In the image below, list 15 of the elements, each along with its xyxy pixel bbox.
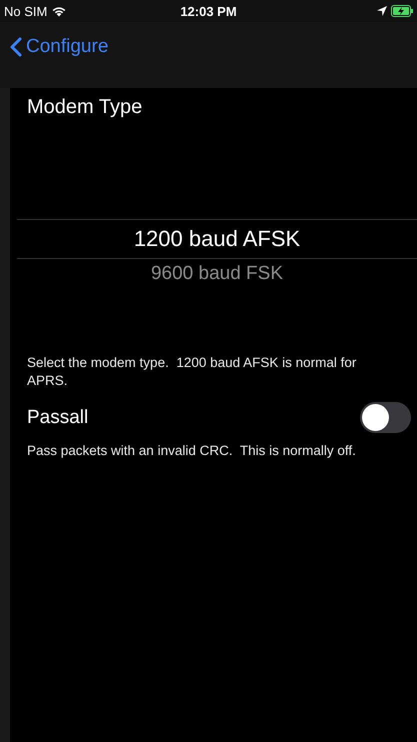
battery-charging-icon: [391, 5, 413, 17]
modem-picker[interactable]: 1200 baud AFSK 9600 baud FSK: [17, 219, 417, 289]
carrier-label: No SIM: [4, 4, 48, 18]
back-button[interactable]: Configure: [8, 32, 110, 62]
passall-footer-text: Pass packets with an invalid CRC. This is normally off.: [27, 443, 357, 458]
wifi-icon: [51, 5, 68, 17]
section-title: Modem Type: [27, 96, 144, 119]
passall-toggle[interactable]: [360, 402, 411, 434]
chevron-icon: [10, 37, 22, 57]
location-arrow-icon: [377, 6, 387, 16]
picker-option[interactable]: 9600 baud FSK: [17, 259, 417, 289]
picker-option[interactable]: 1200 baud AFSK: [17, 220, 417, 259]
clock-time: 12:03 PM: [180, 4, 237, 18]
modem-footer-text: Select the modem type. 1200 baud AFSK is normal for APRS.: [27, 354, 358, 390]
passall-label: Passall: [27, 406, 88, 429]
